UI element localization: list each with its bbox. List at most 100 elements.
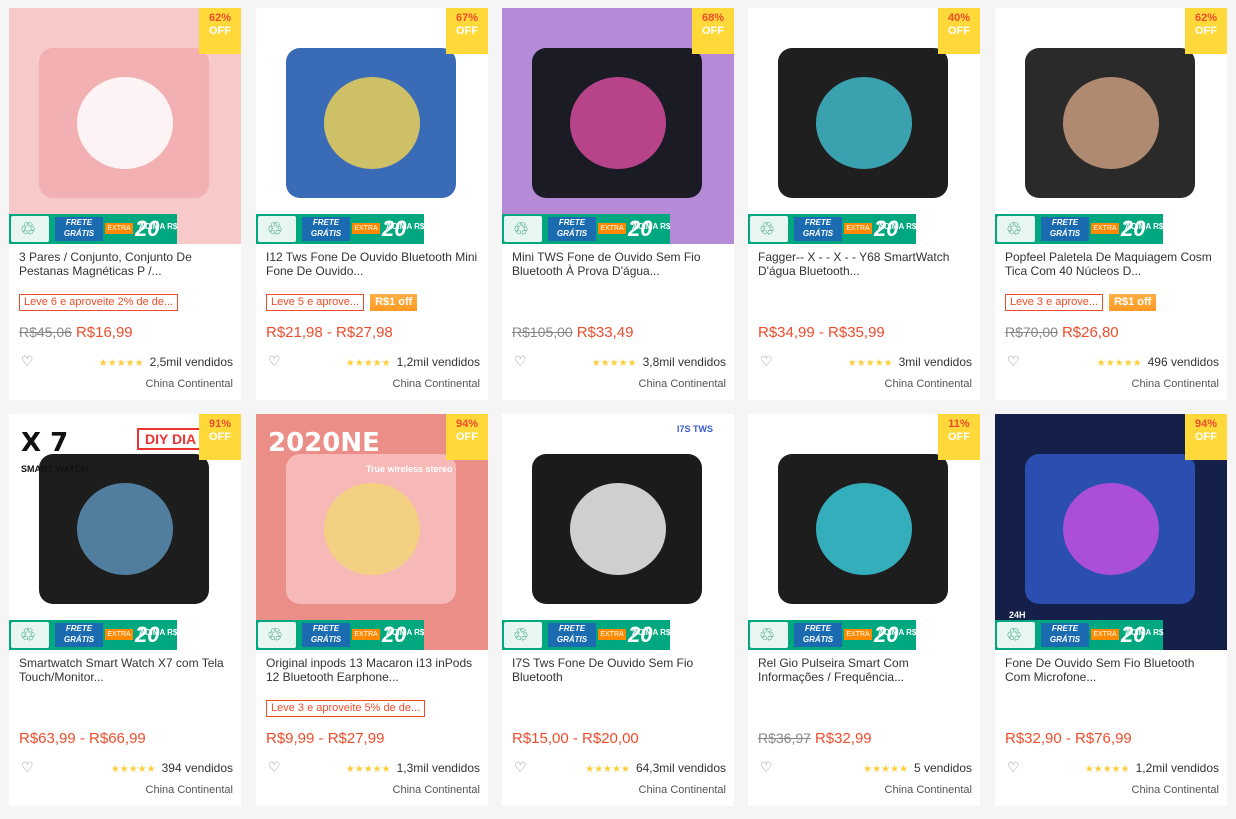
- product-card[interactable]: I7S TWS ♲ FRETE GRÁTIS EXTRA ACIMA R$ 20 I7S Tw…: [502, 414, 734, 806]
- price: R$21,98 - R$27,98: [266, 324, 393, 341]
- star-rating-icon: ★★★★★: [1084, 764, 1130, 775]
- current-price: R$21,98 - R$27,98: [266, 324, 393, 341]
- current-price: R$33,49: [576, 324, 634, 341]
- free-shipping-banner: ♲ FRETE GRÁTIS EXTRA ACIMA R$ 20: [256, 620, 424, 650]
- product-card[interactable]: 2020NE True wireless stereo 94% OFF ♲ FRETE GR…: [256, 414, 488, 806]
- product-card[interactable]: X 7 SMART WATCH DIY DIA 91% OFF ♲ FRETE GRÁTIS E…: [9, 414, 241, 806]
- product-card[interactable]: 62% OFF ♲ FRETE GRÁTIS EXTRA ACIMA R$ 20 3 Pares…: [9, 8, 241, 400]
- image-caption-text: 24H: [1009, 610, 1026, 620]
- rating-row: ♡ ★★★★★ 496 vendidos: [1005, 353, 1219, 371]
- price: R$9,99 - R$27,99: [266, 730, 384, 747]
- product-image-wrapper[interactable]: 2020NE True wireless stereo 94% OFF ♲ FRETE GR…: [256, 414, 488, 650]
- product-title[interactable]: Mini TWS Fone de Ouvido Sem Fio Bluetoot…: [512, 250, 726, 280]
- free-shipping-banner: ♲ FRETE GRÁTIS EXTRA ACIMA R$ 20: [995, 620, 1163, 650]
- old-price: R$70,00: [1005, 324, 1058, 340]
- leaf-icon: ♲: [504, 622, 542, 648]
- bundle-deal-tag[interactable]: Leve 3 e aprove...: [1005, 294, 1104, 311]
- heart-icon[interactable]: ♡: [1007, 353, 1020, 370]
- product-card[interactable]: 11% OFF ♲ FRETE GRÁTIS EXTRA ACIMA R$ 20 Rel Gio…: [748, 414, 980, 806]
- product-title[interactable]: Popfeel Paletela De Maquiagem Cosm Tica …: [1005, 250, 1219, 280]
- product-title[interactable]: Original inpods 13 Macaron i13 inPods 12…: [266, 656, 480, 686]
- free-shipping-min-amount: ACIMA R$ 20: [135, 622, 178, 647]
- product-title[interactable]: Smartwatch Smart Watch X7 com Tela Touch…: [19, 656, 233, 686]
- heart-icon[interactable]: ♡: [268, 759, 281, 776]
- sold-count: 1,3mil vendidos: [396, 761, 480, 775]
- product-image-wrapper[interactable]: 62% OFF ♲ FRETE GRÁTIS EXTRA ACIMA R$ 20: [9, 8, 241, 244]
- heart-icon[interactable]: ♡: [21, 353, 34, 370]
- ship-from-location: China Continental: [145, 378, 233, 390]
- discount-badge: 94% OFF: [1185, 414, 1227, 460]
- discount-voucher-tag: R$1 off: [1109, 294, 1157, 311]
- product-title[interactable]: Fone De Ouvido Sem Fio Bluetooth Com Mic…: [1005, 656, 1219, 686]
- heart-icon[interactable]: ♡: [514, 353, 527, 370]
- sold-count: 64,3mil vendidos: [635, 761, 726, 775]
- product-title[interactable]: I12 Tws Fone De Ouvido Bluetooth Mini Fo…: [266, 250, 480, 280]
- heart-icon[interactable]: ♡: [21, 759, 34, 776]
- leaf-icon: ♲: [258, 216, 296, 242]
- bundle-deal-tag[interactable]: Leve 6 e aproveite 2% de de...: [19, 294, 179, 311]
- star-rating-icon: ★★★★★: [591, 358, 637, 369]
- product-image-wrapper[interactable]: 62% OFF ♲ FRETE GRÁTIS EXTRA ACIMA R$ 20: [995, 8, 1227, 244]
- free-shipping-banner: ♲ FRETE GRÁTIS EXTRA ACIMA R$ 20: [256, 214, 424, 244]
- bundle-deal-tag[interactable]: Leve 5 e aprove...: [266, 294, 365, 311]
- heart-icon[interactable]: ♡: [760, 759, 773, 776]
- sold-count: 5 vendidos: [913, 761, 972, 775]
- product-title[interactable]: 3 Pares / Conjunto, Conjunto De Pestanas…: [19, 250, 233, 280]
- discount-percent: 94%: [455, 418, 479, 430]
- discount-off-label: OFF: [702, 25, 724, 37]
- product-image-wrapper[interactable]: 24H 94% OFF ♲ FRETE GRÁTIS EXTRA ACIMA R$ 20: [995, 414, 1227, 650]
- price: R$36,97 R$32,99: [758, 730, 872, 747]
- free-shipping-min-amount: ACIMA R$ 20: [628, 216, 671, 241]
- sold-count: 3mil vendidos: [898, 355, 972, 369]
- product-card[interactable]: 62% OFF ♲ FRETE GRÁTIS EXTRA ACIMA R$ 20 Popfeel…: [995, 8, 1227, 400]
- free-shipping-min-amount: ACIMA R$ 20: [382, 622, 425, 647]
- old-price: R$105,00: [512, 324, 573, 340]
- free-shipping-min-amount: ACIMA R$ 20: [1121, 622, 1164, 647]
- sold-count: 394 vendidos: [161, 761, 233, 775]
- product-image-wrapper[interactable]: 11% OFF ♲ FRETE GRÁTIS EXTRA ACIMA R$ 20: [748, 414, 980, 650]
- product-image-wrapper[interactable]: 68% OFF ♲ FRETE GRÁTIS EXTRA ACIMA R$ 20: [502, 8, 734, 244]
- product-image-wrapper[interactable]: X 7 SMART WATCH DIY DIA 91% OFF ♲ FRETE GRÁTIS E…: [9, 414, 241, 650]
- product-image-wrapper[interactable]: 40% OFF ♲ FRETE GRÁTIS EXTRA ACIMA R$ 20: [748, 8, 980, 244]
- price: R$34,99 - R$35,99: [758, 324, 885, 341]
- discount-off-label: OFF: [456, 25, 478, 37]
- product-image-wrapper[interactable]: 67% OFF ♲ FRETE GRÁTIS EXTRA ACIMA R$ 20: [256, 8, 488, 244]
- extra-tag: EXTRA: [844, 223, 872, 234]
- star-rating-icon: ★★★★★: [847, 358, 893, 369]
- extra-tag: EXTRA: [352, 629, 380, 640]
- leaf-icon: ♲: [750, 622, 788, 648]
- heart-icon[interactable]: ♡: [760, 353, 773, 370]
- product-card[interactable]: 68% OFF ♲ FRETE GRÁTIS EXTRA ACIMA R$ 20 Mini TW…: [502, 8, 734, 400]
- sold-count: 1,2mil vendidos: [1135, 761, 1219, 775]
- extra-tag: EXTRA: [352, 223, 380, 234]
- free-shipping-label: FRETE GRÁTIS: [548, 623, 596, 647]
- current-price: R$16,99: [75, 324, 133, 341]
- free-shipping-min-amount: ACIMA R$ 20: [628, 622, 671, 647]
- star-rating-icon: ★★★★★: [98, 358, 144, 369]
- product-card[interactable]: 40% OFF ♲ FRETE GRÁTIS EXTRA ACIMA R$ 20 Fagger-…: [748, 8, 980, 400]
- bundle-deal-tag[interactable]: Leve 3 e aproveite 5% de de...: [266, 700, 426, 717]
- product-card[interactable]: 24H 94% OFF ♲ FRETE GRÁTIS EXTRA ACIMA R$ 20 Fone…: [995, 414, 1227, 806]
- product-card[interactable]: 67% OFF ♲ FRETE GRÁTIS EXTRA ACIMA R$ 20 I12 Tws…: [256, 8, 488, 400]
- discount-off-label: OFF: [209, 25, 231, 37]
- discount-off-label: OFF: [1195, 25, 1217, 37]
- free-shipping-banner: ♲ FRETE GRÁTIS EXTRA ACIMA R$ 20: [748, 214, 916, 244]
- sold-count: 2,5mil vendidos: [149, 355, 233, 369]
- old-price: R$36,97: [758, 730, 811, 746]
- ship-from-location: China Continental: [1131, 784, 1219, 796]
- free-shipping-label: FRETE GRÁTIS: [302, 623, 350, 647]
- rating-row: ♡ ★★★★★ 2,5mil vendidos: [19, 353, 233, 371]
- product-title[interactable]: I7S Tws Fone De Ouvido Sem Fio Bluetooth: [512, 656, 726, 686]
- star-rating-icon: ★★★★★: [1096, 358, 1142, 369]
- heart-icon[interactable]: ♡: [514, 759, 527, 776]
- product-image-wrapper[interactable]: I7S TWS ♲ FRETE GRÁTIS EXTRA ACIMA R$ 20: [502, 414, 734, 650]
- heart-icon[interactable]: ♡: [1007, 759, 1020, 776]
- rating-row: ♡ ★★★★★ 1,2mil vendidos: [266, 353, 480, 371]
- discount-off-label: OFF: [456, 431, 478, 443]
- rating-row: ♡ ★★★★★ 394 vendidos: [19, 759, 233, 777]
- leaf-icon: ♲: [11, 622, 49, 648]
- image-caption-text: True wireless stereo: [366, 464, 453, 474]
- product-title[interactable]: Rel Gio Pulseira Smart Com Informações /…: [758, 656, 972, 686]
- heart-icon[interactable]: ♡: [268, 353, 281, 370]
- product-title[interactable]: Fagger-- X - - X - - Y68 SmartWatch D'ág…: [758, 250, 972, 280]
